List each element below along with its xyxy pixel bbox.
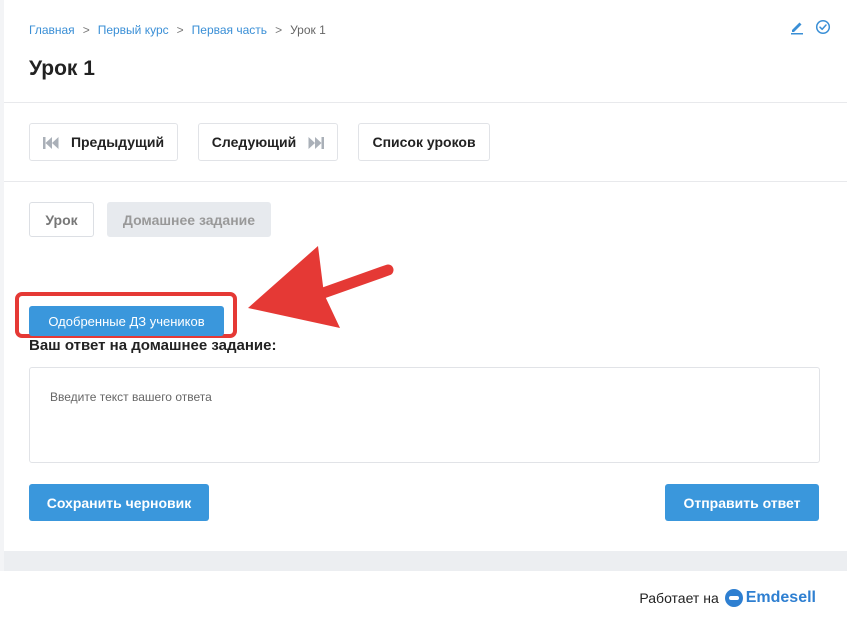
tab-lesson-label: Урок: [45, 211, 78, 228]
send-answer-label: Отправить ответ: [683, 494, 801, 511]
previous-lesson-label: Предыдущий: [70, 134, 165, 150]
brand-name: Emdesell: [745, 589, 816, 606]
tab-homework[interactable]: Домашнее задание: [107, 202, 271, 237]
page-title: Урок 1: [29, 57, 95, 80]
breadcrumb-part-link[interactable]: Первая часть: [192, 23, 267, 37]
powered-by-text: Работает на: [639, 590, 719, 606]
brand-logo-icon: [724, 589, 743, 607]
divider: [4, 181, 847, 182]
breadcrumb-separator: >: [176, 23, 184, 37]
breadcrumb-course-link[interactable]: Первый курс: [98, 23, 169, 37]
previous-lesson-button[interactable]: Предыдущий: [29, 123, 178, 161]
tab-homework-label: Домашнее задание: [122, 211, 256, 228]
breadcrumb: Главная > Первый курс > Первая часть > Урок 1: [29, 23, 326, 37]
next-lesson-label: Следующий: [211, 134, 297, 150]
tab-lesson[interactable]: Урок: [29, 202, 94, 237]
save-draft-label: Сохранить черновик: [46, 494, 192, 511]
lesson-list-button[interactable]: Список уроков: [358, 123, 490, 161]
next-lesson-button[interactable]: Следующий: [198, 123, 338, 161]
breadcrumb-separator: >: [275, 23, 283, 37]
lesson-list-label: Список уроков: [372, 134, 476, 150]
powered-by: Работает на Emdesell: [639, 589, 816, 607]
skip-back-icon: [42, 136, 59, 149]
top-actions: [789, 19, 831, 35]
answer-input[interactable]: [29, 367, 820, 463]
lesson-card: Главная > Первый курс > Первая часть > Урок 1 …: [4, 0, 847, 551]
red-arrow-annotation: [248, 246, 394, 328]
divider: [4, 102, 847, 103]
page-background-strip: [4, 551, 847, 571]
breadcrumb-separator: >: [82, 23, 90, 37]
approved-homework-label: Одобренные ДЗ учеников: [48, 313, 205, 329]
brand-logo-link[interactable]: Emdesell: [724, 589, 816, 607]
answer-label: Ваш ответ на домашнее задание:: [29, 337, 277, 354]
check-circle-icon[interactable]: [815, 19, 831, 35]
breadcrumb-home-link[interactable]: Главная: [29, 23, 75, 37]
approved-homework-button[interactable]: Одобренные ДЗ учеников: [29, 306, 224, 336]
breadcrumb-current: Урок 1: [290, 23, 326, 37]
pencil-icon[interactable]: [789, 19, 805, 35]
footer: Работает на Emdesell: [0, 571, 847, 627]
send-answer-button[interactable]: Отправить ответ: [665, 484, 819, 521]
save-draft-button[interactable]: Сохранить черновик: [29, 484, 209, 521]
skip-forward-icon: [308, 136, 325, 149]
